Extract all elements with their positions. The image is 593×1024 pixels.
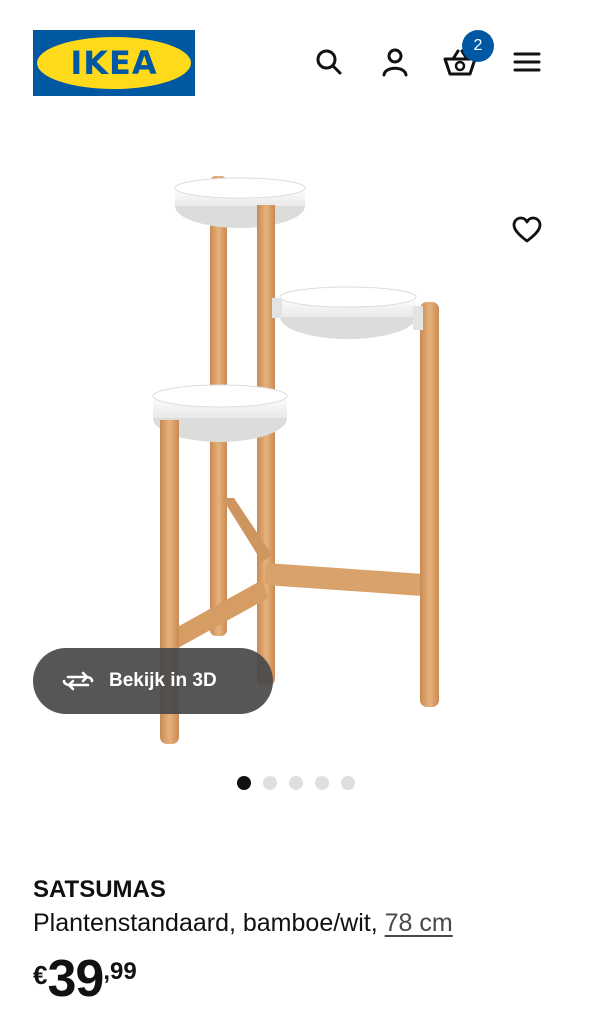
basket-count-badge: 2 bbox=[462, 30, 494, 62]
header: IKEA 2 bbox=[0, 0, 593, 120]
menu-icon bbox=[513, 52, 541, 72]
carousel-dot[interactable] bbox=[263, 776, 277, 790]
carousel-dot[interactable] bbox=[341, 776, 355, 790]
carousel-indicator bbox=[237, 776, 355, 790]
size-link[interactable]: 78 cm bbox=[385, 909, 453, 937]
account-icon bbox=[382, 48, 408, 77]
logo-text: IKEA bbox=[70, 44, 157, 82]
menu-button[interactable] bbox=[505, 40, 549, 84]
product-price: € 39 ,99 bbox=[33, 950, 137, 1008]
product-description: Plantenstandaard, bamboe/wit, 78 cm bbox=[33, 906, 573, 940]
heart-icon bbox=[512, 216, 542, 243]
search-button[interactable] bbox=[307, 40, 351, 84]
product-gallery[interactable]: Bekijk in 3D bbox=[0, 120, 593, 770]
ikea-logo[interactable]: IKEA bbox=[33, 30, 195, 96]
rotate-3d-icon bbox=[62, 671, 94, 691]
price-decimal: ,99 bbox=[103, 958, 137, 985]
account-button[interactable] bbox=[373, 40, 417, 84]
product-description-text: Plantenstandaard, bamboe/wit, bbox=[33, 909, 385, 937]
view-in-3d-label: Bekijk in 3D bbox=[109, 670, 217, 691]
product-name: SATSUMAS bbox=[33, 876, 166, 903]
price-integer: 39 bbox=[47, 950, 104, 1008]
search-icon bbox=[316, 49, 342, 75]
carousel-dot[interactable] bbox=[289, 776, 303, 790]
product-info: SATSUMAS Plantenstandaard, bamboe/wit, 7… bbox=[33, 874, 573, 940]
carousel-dot[interactable] bbox=[315, 776, 329, 790]
price-currency: € bbox=[33, 960, 48, 990]
carousel-dot[interactable] bbox=[237, 776, 251, 790]
favourite-button[interactable] bbox=[505, 208, 549, 252]
view-in-3d-button[interactable]: Bekijk in 3D bbox=[33, 648, 273, 714]
